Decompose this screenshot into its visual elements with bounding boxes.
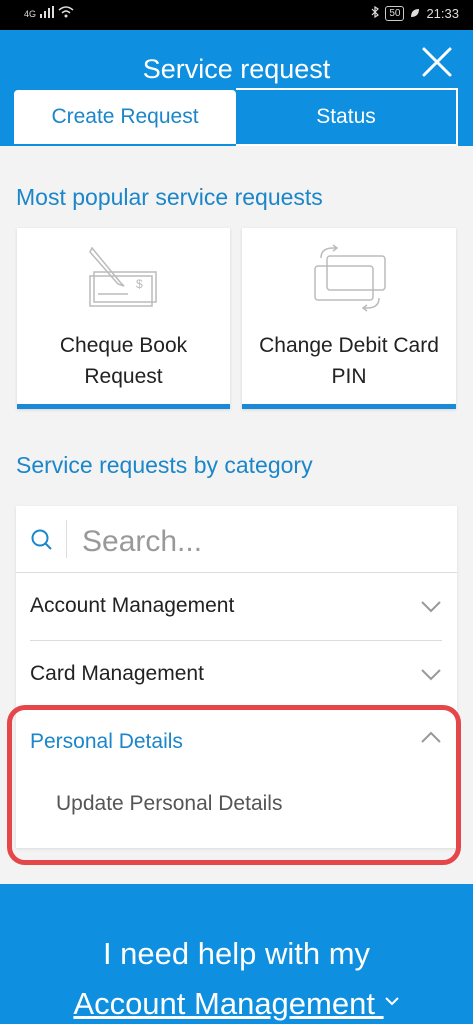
battery-indicator: 50 — [385, 6, 405, 21]
search-bar — [16, 506, 457, 573]
clock: 21:33 — [426, 6, 459, 21]
card-swap-icon — [314, 244, 386, 312]
cheque-book-icon: $ — [88, 246, 157, 307]
tab-create-request[interactable]: Create Request — [14, 90, 236, 144]
chevron-down-icon — [384, 997, 399, 1006]
category-card-management[interactable]: Card Management — [30, 642, 442, 709]
chevron-down-icon — [421, 669, 441, 681]
popular-heading: Most popular service requests — [16, 184, 323, 210]
category-label: Account Management — [30, 594, 235, 617]
leaf-icon — [410, 6, 420, 21]
chevron-down-icon — [421, 601, 441, 613]
footer-prompt: I need help with my — [102, 936, 371, 971]
card-accent-bar — [242, 404, 456, 409]
change-pin-card[interactable]: Change Debit Card PIN — [242, 228, 456, 409]
page-title: Service request — [142, 54, 331, 84]
footer-panel: I need help with my Account Management — [0, 884, 473, 1024]
network-type: 4G — [24, 8, 37, 19]
highlight-annotation — [7, 705, 461, 865]
category-account-management[interactable]: Account Management — [30, 574, 442, 641]
wifi-icon — [58, 6, 74, 21]
footer-selector[interactable]: Account Management — [0, 986, 473, 1022]
close-icon[interactable] — [421, 46, 453, 78]
search-icon — [30, 528, 54, 557]
svg-text:$: $ — [136, 277, 143, 291]
card-label-line2: Request — [84, 365, 163, 388]
cheque-book-card[interactable]: $ Cheque Book Request — [17, 228, 230, 409]
category-label: Card Management — [30, 662, 204, 685]
header: Service request Create Request Status — [0, 30, 473, 146]
search-input[interactable] — [82, 522, 432, 562]
category-heading: Service requests by category — [16, 452, 313, 478]
card-accent-bar — [17, 404, 230, 409]
card-label-line2: PIN — [331, 365, 367, 388]
footer-selected-value: Account Management — [73, 986, 375, 1021]
search-divider — [66, 520, 67, 558]
tab-bar: Create Request Status — [14, 88, 459, 146]
tab-status[interactable]: Status — [236, 88, 458, 146]
signal-icon — [40, 6, 55, 21]
card-label-line1: Change Debit Card — [259, 334, 439, 357]
card-label-line1: Cheque Book — [59, 334, 188, 357]
status-bar: 4G 50 21:33 — [0, 0, 473, 30]
bluetooth-icon — [371, 5, 380, 21]
